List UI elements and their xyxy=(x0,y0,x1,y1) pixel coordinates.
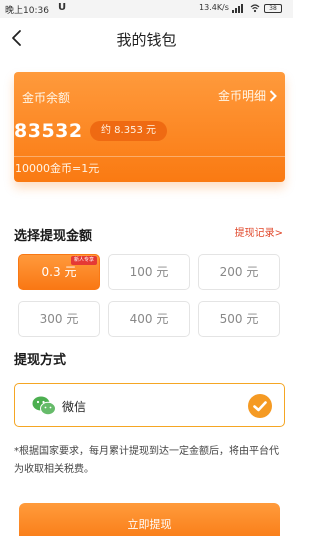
amount-option-label: 400 元 xyxy=(129,312,169,326)
amount-option-300[interactable]: 300 元 xyxy=(18,301,100,337)
amount-options-grid: 0.3 元 新人专享 100 元 200 元 300 元 400 元 500 元 xyxy=(18,254,281,340)
page-title: 我的钱包 xyxy=(116,31,177,49)
amount-option-200[interactable]: 200 元 xyxy=(198,254,280,290)
balance-label: 金币余额 xyxy=(22,91,71,105)
yuan-equivalent-badge: 约 8.353 元 xyxy=(90,121,167,141)
chevron-right-icon xyxy=(269,89,277,102)
wifi-icon xyxy=(250,4,260,13)
amount-section-title: 选择提现金额 xyxy=(14,229,93,244)
withdraw-history-link[interactable]: 提现记录> xyxy=(235,224,283,239)
wechat-method-option[interactable]: 微信 xyxy=(14,383,285,427)
method-label: 微信 xyxy=(62,400,87,414)
network-speed: 13.4K/s xyxy=(199,3,229,12)
amount-option-100[interactable]: 100 元 xyxy=(108,254,190,290)
amount-option-label: 100 元 xyxy=(129,265,169,279)
status-time: 晚上10:36 xyxy=(5,6,49,16)
method-section-title: 提现方式 xyxy=(14,353,67,368)
status-bar: 晚上10:36 U 13.4K/s 38 xyxy=(0,0,293,18)
new-user-badge: 新人专享 xyxy=(70,256,97,265)
top-nav-bar: 我的钱包 xyxy=(0,18,293,58)
tax-notice-text: *根据国家要求，每月累计提现到达一定金额后，将由平台代 为收取相关税费。 xyxy=(14,446,279,475)
battery-icon: 38 xyxy=(264,4,282,13)
amount-option-0-3[interactable]: 0.3 元 新人专享 xyxy=(18,254,100,290)
amount-option-label: 0.3 元 xyxy=(41,265,77,279)
card-divider xyxy=(14,156,285,157)
exchange-rate-text: 10000金币=1元 xyxy=(15,162,100,175)
amount-option-500[interactable]: 500 元 xyxy=(198,301,280,337)
coin-balance-value: 83532 xyxy=(14,120,83,142)
amount-option-label: 500 元 xyxy=(219,312,259,326)
app-notification-icon: U xyxy=(58,2,67,13)
amount-option-label: 300 元 xyxy=(39,312,79,326)
amount-option-label: 200 元 xyxy=(219,265,259,279)
balance-card: 金币余额 金币明细 83532 约 8.353 元 10000金币=1元 xyxy=(14,72,285,182)
coin-detail-label: 金币明细 xyxy=(217,89,266,103)
wechat-icon xyxy=(32,396,56,416)
withdraw-now-button[interactable]: 立即提现 xyxy=(19,503,280,536)
coin-detail-link[interactable]: 金币明细 xyxy=(218,87,277,104)
check-circle-icon xyxy=(248,394,272,418)
signal-icon xyxy=(232,4,246,13)
amount-option-400[interactable]: 400 元 xyxy=(108,301,190,337)
